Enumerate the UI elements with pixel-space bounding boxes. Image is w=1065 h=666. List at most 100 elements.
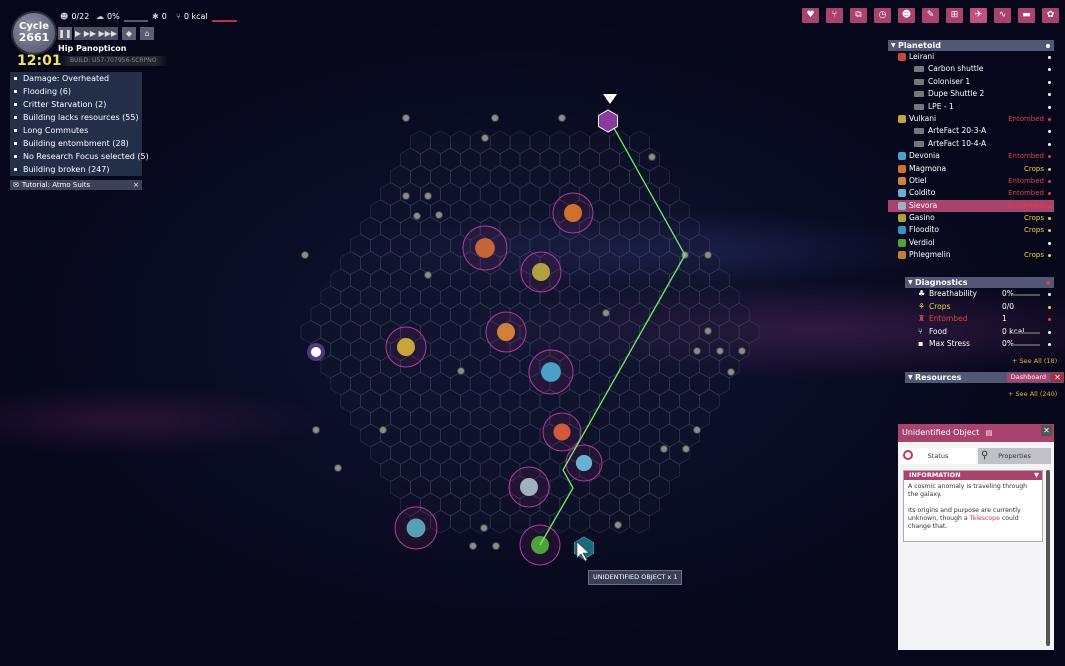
space-poi-icon[interactable] (402, 192, 410, 200)
settings-icon[interactable]: ✿ (1042, 8, 1059, 23)
planetoid-row[interactable]: ArteFact 10-4-A (888, 138, 1054, 150)
space-poi-icon[interactable] (379, 426, 387, 434)
planetoid-row[interactable]: Coldito Entombed (888, 187, 1054, 199)
telescope-link[interactable]: Telescope (970, 515, 1000, 522)
resources-see-all-link[interactable]: + See All (240) (1008, 390, 1057, 398)
space-poi-icon[interactable] (738, 347, 746, 355)
status-item[interactable]: No Research Focus selected (5) (10, 150, 149, 163)
planetoid-row[interactable]: Gasino Crops (888, 212, 1054, 224)
diagnostics-see-all-link[interactable]: + See All (18) (1012, 357, 1057, 365)
colony-name[interactable]: Hip Panopticon (58, 44, 126, 53)
space-poi-icon[interactable] (716, 347, 724, 355)
stress-stat[interactable]: ☁ 0% (96, 12, 120, 22)
space-poi-icon[interactable] (413, 212, 421, 220)
space-poi-icon[interactable] (491, 114, 499, 122)
space-poi-icon[interactable] (457, 367, 465, 375)
planet-icon[interactable] (541, 362, 561, 382)
speed-buttons[interactable]: ▶ ▶▶ ▶▶▶ (74, 27, 118, 40)
planet-icon[interactable] (575, 454, 593, 472)
print-pod-button[interactable]: ⌂ (140, 27, 154, 40)
diagnostic-row[interactable]: ▪ Max Stress 0% (905, 338, 1054, 351)
critter-stat[interactable]: ✱ 0 (152, 12, 167, 22)
space-poi-icon[interactable] (435, 211, 443, 219)
space-poi-icon[interactable] (301, 251, 309, 259)
space-poi-icon[interactable] (424, 192, 432, 200)
space-poi-icon[interactable] (648, 153, 656, 161)
dashboard-button[interactable]: Dashboard (1006, 373, 1050, 382)
space-poi-icon[interactable] (693, 426, 701, 434)
space-poi-icon[interactable] (480, 524, 488, 532)
detail-close-button[interactable]: ✕ (1041, 425, 1052, 436)
space-poi-icon[interactable] (424, 271, 432, 279)
space-poi-icon[interactable] (614, 521, 622, 529)
status-item[interactable]: Flooding (6) (10, 85, 142, 98)
cycle-badge[interactable]: Cycle 2661 (11, 11, 57, 55)
resources-header[interactable]: ▼ Resources Dashboard ✕ (905, 372, 1064, 383)
research-icon[interactable]: ✎ (922, 8, 939, 23)
codex-book-icon[interactable]: ▤ (986, 429, 993, 437)
space-poi-icon[interactable] (312, 426, 320, 434)
planetoid-row[interactable]: Magmona Crops (888, 163, 1054, 175)
planetoid-row[interactable]: Floodito Crops (888, 224, 1054, 236)
space-poi-icon[interactable] (602, 309, 610, 317)
codex-icon[interactable]: ⊞ (946, 8, 963, 23)
information-header[interactable]: INFORMATION ▼ (904, 471, 1042, 480)
planet-icon[interactable] (553, 423, 571, 441)
planetoid-row[interactable]: Verdiol (888, 237, 1054, 249)
status-item[interactable]: Damage: Overheated (10, 72, 142, 85)
space-poi-icon[interactable] (704, 251, 712, 259)
anomaly-icon[interactable] (311, 347, 321, 357)
planetoid-row[interactable]: Dupe Shuttle 2 (888, 88, 1054, 100)
diagnostic-row[interactable]: ♜ Entombed 1 (905, 313, 1054, 326)
diagnostic-row[interactable]: ⑂Food0 kcal (905, 326, 1054, 339)
planetoid-row[interactable]: Devonia Entombed (888, 150, 1054, 162)
planetoid-row[interactable]: LPE - 1 (888, 101, 1054, 113)
planetoid-row[interactable]: ArteFact 20-3-A (888, 125, 1054, 137)
tab-properties[interactable]: ⚲ Properties (978, 448, 1051, 464)
diagnostic-row[interactable]: ⚘ Crops 0/0 (905, 301, 1054, 314)
planet-icon[interactable] (564, 204, 582, 222)
status-item[interactable]: Building entombment (28) (10, 137, 142, 150)
planetoid-row[interactable]: Otiel Entombed (888, 175, 1054, 187)
space-poi-icon[interactable] (660, 445, 668, 453)
red-alert-button[interactable]: ◆ (122, 27, 136, 40)
planetoid-row[interactable]: Leirani (888, 51, 1054, 63)
report-icon[interactable]: ∿ (994, 8, 1011, 23)
diagnostics-header[interactable]: ▼ Diagnostics (905, 277, 1054, 288)
planet-icon[interactable] (497, 323, 515, 341)
space-poi-icon[interactable] (492, 542, 500, 550)
space-poi-icon[interactable] (334, 464, 342, 472)
status-item[interactable]: Critter Starvation (2) (10, 98, 142, 111)
database-icon[interactable]: ▬ (1018, 8, 1035, 23)
planet-icon[interactable] (532, 263, 550, 281)
status-item[interactable]: Long Commutes (10, 124, 142, 137)
space-poi-icon[interactable] (469, 542, 477, 550)
status-item[interactable]: Building lacks resources (55) (10, 111, 142, 124)
destination-hex[interactable] (598, 109, 618, 133)
vitals-icon[interactable]: ♥ (802, 8, 819, 23)
planet-icon[interactable] (397, 338, 415, 356)
space-poi-icon[interactable] (402, 114, 410, 122)
space-poi-icon[interactable] (558, 114, 566, 122)
tutorial-item[interactable]: ✉ Tutorial: Atmo Suits × (10, 180, 142, 190)
tutorial-close-button[interactable]: × (133, 180, 139, 190)
detail-scrollbar[interactable] (1046, 470, 1050, 646)
diagnostic-row[interactable]: ♣ Breathability 0% (905, 288, 1054, 301)
schedule-icon[interactable]: ⧉ (850, 8, 867, 23)
planet-icon[interactable] (475, 238, 495, 258)
planetoid-row[interactable]: Sievora Entombed (888, 199, 1054, 213)
space-poi-icon[interactable] (481, 134, 489, 142)
skills-icon[interactable]: ☻ (898, 8, 915, 23)
planetoid-row[interactable]: Vulkani Entombed (888, 113, 1054, 125)
consumables-icon[interactable]: ⑂ (826, 8, 843, 23)
space-poi-icon[interactable] (727, 368, 735, 376)
tab-status[interactable]: Status (900, 448, 976, 464)
space-poi-icon[interactable] (682, 445, 690, 453)
planetoid-header[interactable]: ▼ Planetoid (888, 40, 1054, 51)
planet-icon[interactable] (520, 478, 538, 496)
priorities-icon[interactable]: ◷ (874, 8, 891, 23)
status-item[interactable]: Building broken (247) (10, 163, 142, 176)
planet-icon[interactable] (406, 518, 426, 538)
planetoid-row[interactable]: Coloniser 1 (888, 76, 1054, 88)
starmap-icon[interactable]: ✈ (970, 8, 987, 23)
